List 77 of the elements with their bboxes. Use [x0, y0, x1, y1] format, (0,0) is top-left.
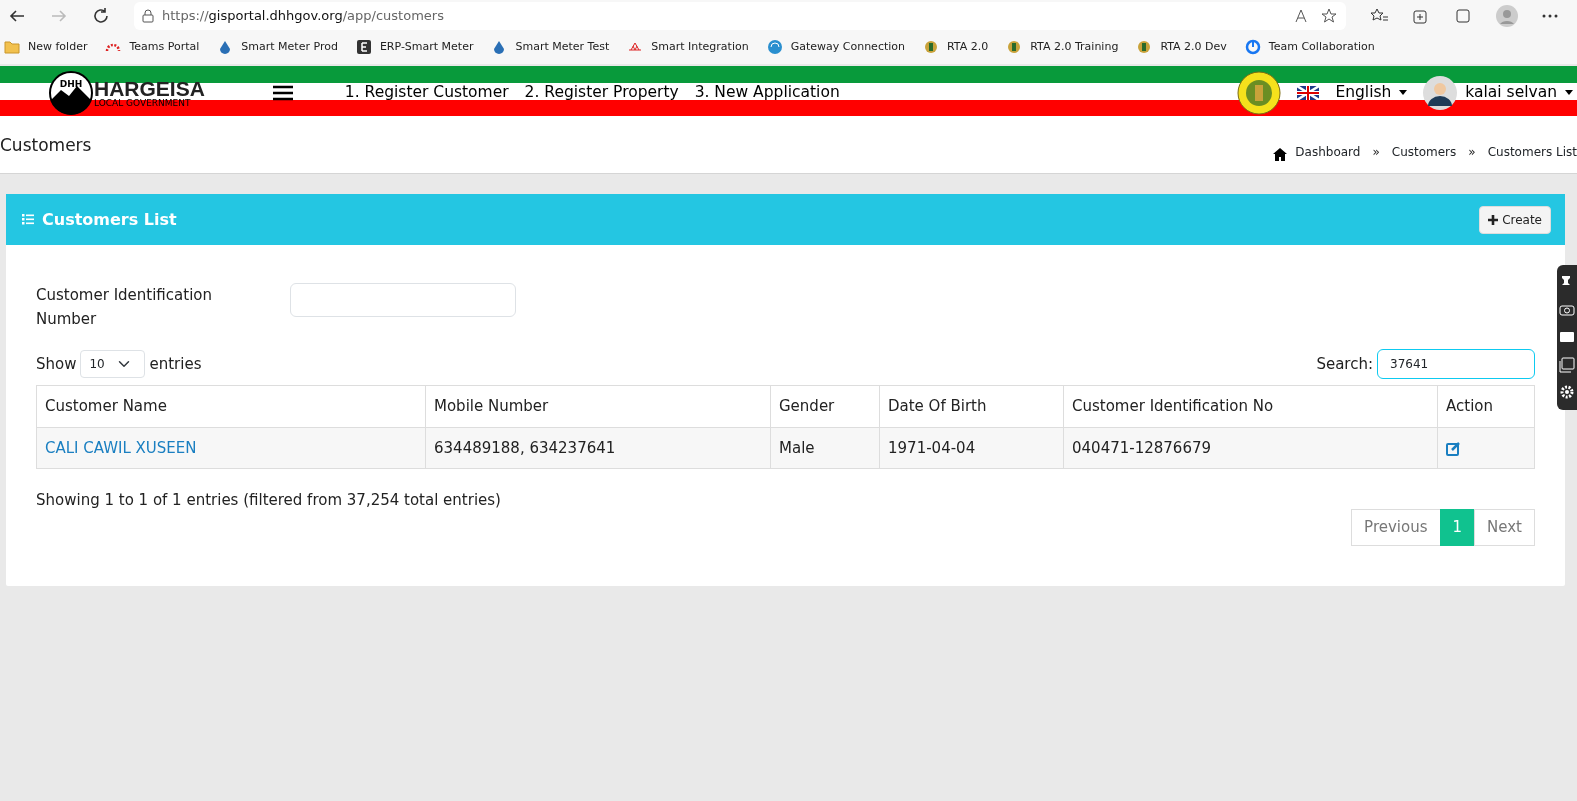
table-cell: 040471-12876679 [1063, 427, 1438, 469]
bookmark-link[interactable]: RTA 2.0 Dev [1136, 38, 1227, 56]
favorite-add-icon[interactable] [1320, 7, 1338, 25]
filter-label: Customer Identification Number [36, 285, 213, 330]
column-header: Action [1437, 385, 1535, 427]
collections-icon[interactable] [1412, 7, 1430, 25]
language-dropdown[interactable]: English [1297, 80, 1408, 105]
bookmark-link[interactable]: Gateway Connection [766, 38, 905, 56]
menu-icon[interactable] [272, 84, 293, 101]
plus-icon [1488, 214, 1499, 225]
list-icon [22, 214, 34, 225]
bookmark-icon [4, 39, 20, 55]
address-bar[interactable]: https://gisportal.dhhgov.org/app/customers [134, 2, 1346, 30]
page-size-select[interactable]: 10 [80, 350, 146, 378]
table-cell: Male [770, 427, 880, 469]
bookmark-link[interactable]: RTA 2.0 [923, 38, 989, 56]
browser-essentials-icon[interactable] [1454, 7, 1472, 25]
user-menu[interactable]: kalai selvan [1423, 75, 1573, 110]
pagination-link[interactable]: Previous [1351, 509, 1441, 546]
bookmark-link[interactable]: Smart Integration [627, 38, 749, 56]
breadcrumb-separator: » [1371, 144, 1381, 161]
gallery-icon[interactable] [1559, 356, 1575, 373]
bookmark-link[interactable]: Smart Meter Prod [217, 38, 338, 56]
table-cell: 634489188, 634237641 [425, 427, 771, 469]
entries-label: entries [149, 353, 202, 375]
bookmark-link[interactable]: New folder [4, 38, 88, 56]
search-field[interactable]: 37641 [1377, 349, 1535, 379]
caret-icon [1565, 90, 1573, 95]
search-label: Search: [1316, 353, 1373, 375]
breadcrumb-link[interactable]: Customers List [1487, 143, 1577, 161]
bookmark-link[interactable]: Smart Meter Test [491, 38, 610, 56]
column-header: Customer Identification No [1063, 385, 1438, 427]
more-icon[interactable] [1542, 14, 1558, 18]
customer-name-link[interactable]: CALI CAWIL XUSEEN [45, 438, 197, 457]
column-header: Mobile Number [425, 385, 771, 427]
avatar-icon [1423, 75, 1458, 110]
bookmark-icon [923, 39, 939, 55]
bookmark-link[interactable]: Team Collaboration [1244, 38, 1375, 56]
card-title: Customers List [42, 208, 177, 231]
bookmark-link[interactable]: ERP-Smart Meter [355, 38, 474, 56]
nav-link[interactable]: 1. Register Customer [344, 80, 509, 105]
show-label: Show [36, 353, 77, 375]
camera-icon[interactable] [1559, 302, 1575, 319]
pagination-link[interactable]: Next [1474, 509, 1535, 546]
logo-subtitle: LOCAL GOVERNMENT [94, 98, 192, 108]
table-cell: 1971-04-04 [879, 427, 1064, 469]
column-header: Date Of Birth [879, 385, 1064, 427]
logo-emblem: DHH [48, 69, 94, 116]
page-title: Customers [0, 134, 92, 157]
bookmark-link[interactable]: RTA 2.0 Training [1006, 38, 1119, 56]
breadcrumb-link[interactable]: Dashboard [1295, 143, 1361, 161]
bookmark-icon [1244, 39, 1261, 55]
bookmark-icon [1006, 39, 1023, 55]
table-info: Showing 1 to 1 of 1 entries (filtered from 37,254 total entries) [36, 490, 501, 511]
url-text: https://gisportal.dhhgov.org/app/customers [162, 7, 444, 26]
breadcrumb-separator: » [1467, 144, 1477, 161]
profile-avatar-icon[interactable] [1496, 5, 1518, 27]
column-header: Customer Name [36, 385, 426, 427]
column-header: Gender [770, 385, 880, 427]
flag-icon [1297, 85, 1320, 100]
caret-icon [1399, 90, 1408, 95]
home-icon [1273, 148, 1288, 161]
reload-icon[interactable] [92, 7, 110, 25]
input-field[interactable] [290, 283, 516, 317]
bookmark-icon [1136, 39, 1153, 55]
edit-icon[interactable] [1446, 440, 1461, 456]
bookmark-icon [355, 39, 372, 55]
nav-link[interactable]: 3. New Application [694, 80, 840, 105]
emblem-icon [1237, 70, 1282, 115]
bookmark-icon [766, 39, 783, 55]
nav-link[interactable]: 2. Register Property [524, 80, 679, 105]
create-button[interactable]: Create [1479, 205, 1551, 234]
settings-icon[interactable] [1559, 384, 1575, 401]
bookmark-link[interactable]: Teams Portal [105, 38, 200, 56]
logo-title: HARGEISA [94, 77, 205, 99]
breadcrumb-link[interactable]: Customers [1391, 143, 1457, 161]
lock-icon [142, 9, 154, 23]
